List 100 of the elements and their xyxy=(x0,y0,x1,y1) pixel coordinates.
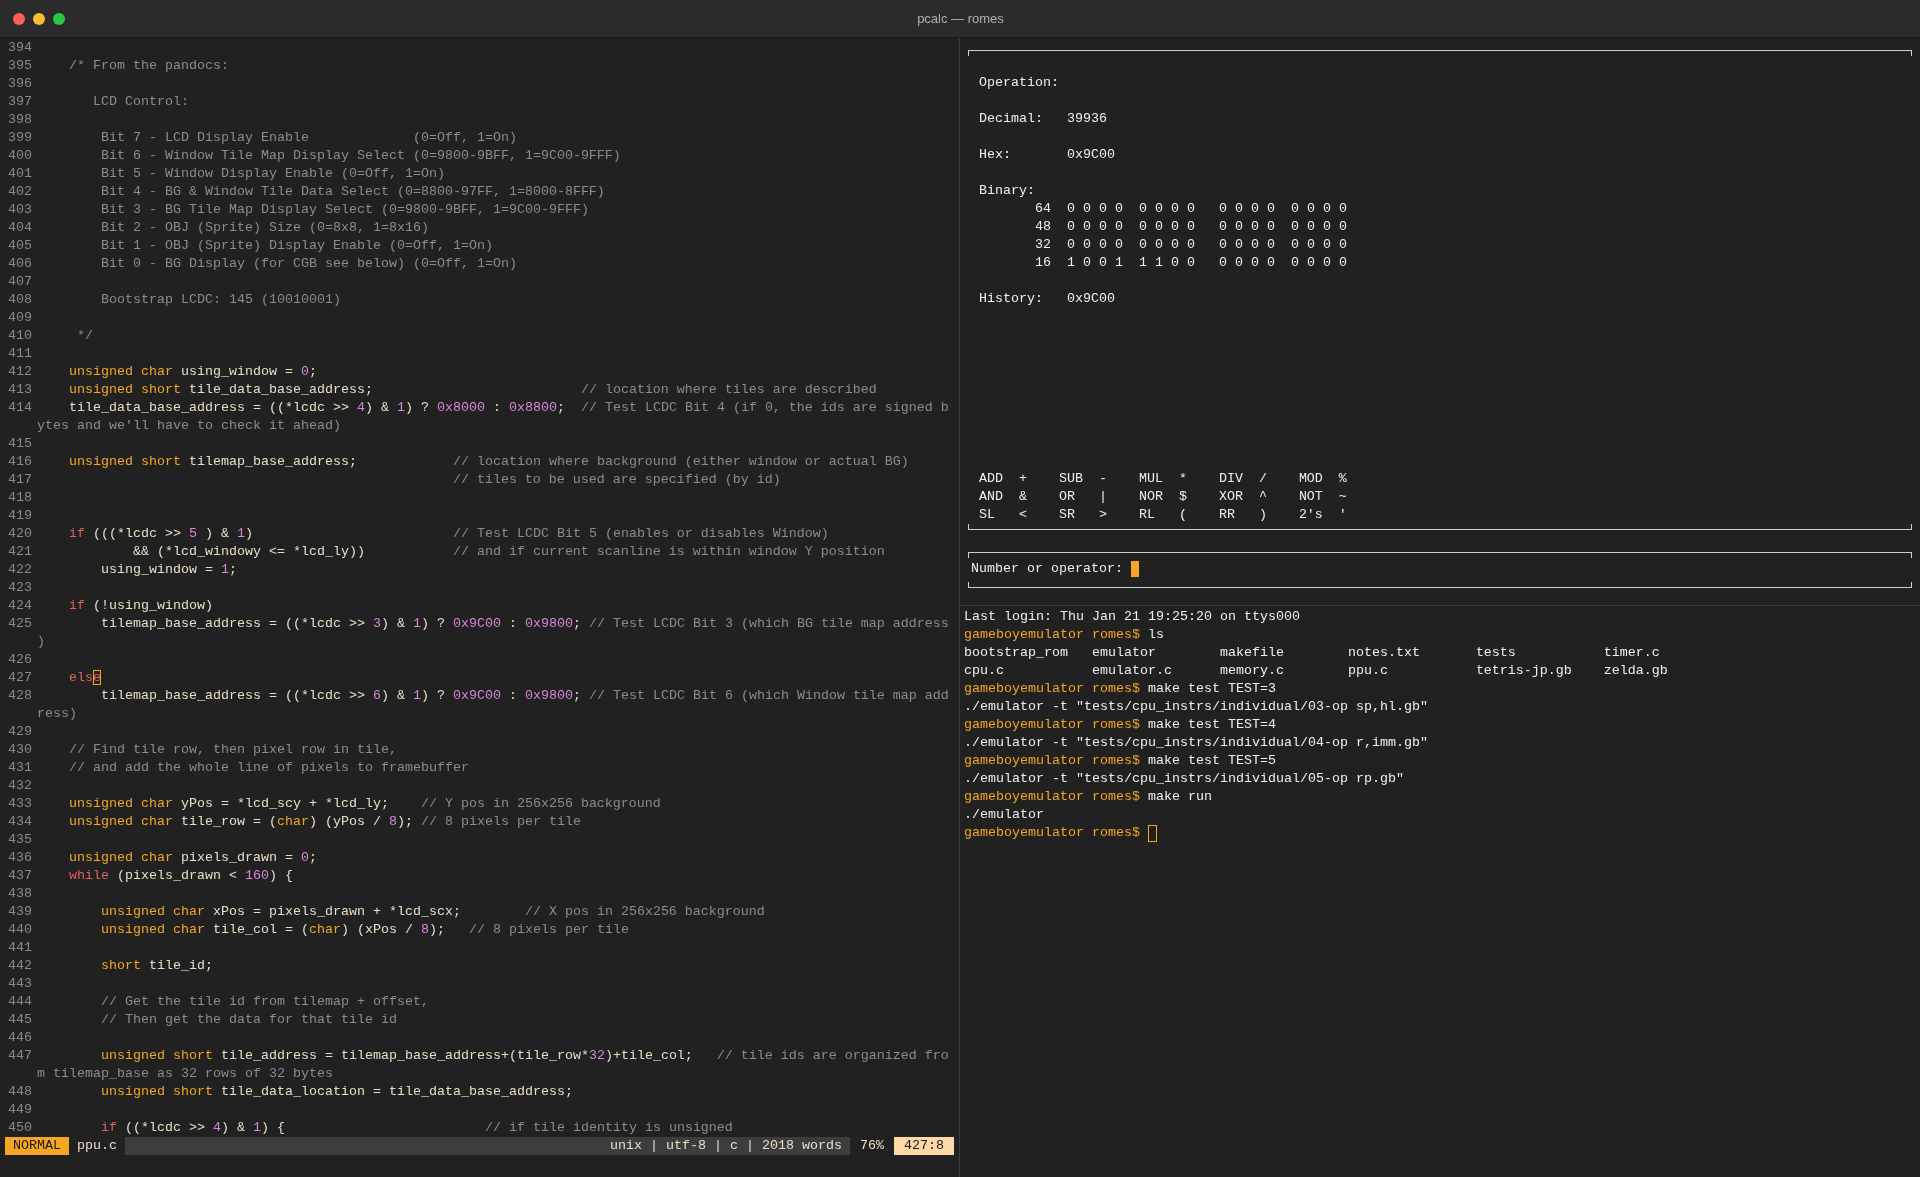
minimize-button[interactable] xyxy=(33,12,45,25)
code-line: tilemap_base_address = ((*lcdc >> 6) & 1) ? 0x9C00 : 0x9800; // Test LCDC Bit 6 (which Window tile map add xyxy=(101,687,949,705)
close-button[interactable] xyxy=(13,12,25,25)
code-line: unsigned short tile_data_base_address; // location where tiles are described xyxy=(69,381,877,399)
field-value: 0x9C00 xyxy=(1066,146,1115,164)
file-name: ppu.c xyxy=(76,1137,118,1155)
line-number: 394 xyxy=(8,40,32,55)
operator-name: 2's xyxy=(1298,507,1323,522)
line-number: 403 xyxy=(8,202,32,217)
code-line: unsigned short tilemap_base_address; // location where background (either window or actual BG) xyxy=(69,453,909,471)
line-number: 432 xyxy=(8,778,32,793)
line-number: 431 xyxy=(8,760,32,775)
line-number: 401 xyxy=(8,166,32,181)
code-line: else xyxy=(69,669,101,687)
operator-name: DIV xyxy=(1218,471,1243,486)
history-value: 0x9C00 xyxy=(1066,290,1115,308)
line-number: 429 xyxy=(8,724,32,739)
line-number: 398 xyxy=(8,112,32,127)
line-number: 421 xyxy=(8,544,32,559)
operator-name: RR xyxy=(1218,507,1235,522)
zoom-button[interactable] xyxy=(53,12,65,25)
line-number: 448 xyxy=(8,1084,32,1099)
bit-row-label: 48 xyxy=(1034,218,1051,236)
operator-name: OR xyxy=(1058,489,1075,504)
operator-name: NOT xyxy=(1298,489,1323,504)
line-number: 428 xyxy=(8,688,32,703)
code-line: Bit 4 - BG & Window Tile Data Select (0=8800-97FF, 1=8000-8FFF) xyxy=(101,183,605,201)
line-number: 399 xyxy=(8,130,32,145)
file-name: memory.c xyxy=(1219,663,1284,678)
shell-command: make test TEST=4 xyxy=(1147,716,1276,734)
line-number: 408 xyxy=(8,292,32,307)
operator-symbol: | xyxy=(1098,488,1107,506)
line-number: 437 xyxy=(8,868,32,883)
code-line: unsigned char yPos = *lcd_scy + *lcd_ly; // Y pos in 256x256 background xyxy=(69,795,661,813)
shell-prompt: gameboyemulator romes$ xyxy=(964,680,1140,698)
line-number: 441 xyxy=(8,940,32,955)
operator-symbol: * xyxy=(1178,470,1187,488)
line-number: 444 xyxy=(8,994,32,1009)
line-number: 411 xyxy=(8,346,32,361)
operator-symbol: & xyxy=(1019,488,1027,506)
cursor-position: 427:8 xyxy=(894,1137,954,1155)
code-line: // Then get the data for that tile id xyxy=(101,1011,397,1029)
code-line: if ((*lcdc >> 4) & 1) { // if tile identity is unsigned xyxy=(101,1119,733,1137)
operator-symbol: ^ xyxy=(1258,488,1267,506)
code-line: ) xyxy=(37,633,45,651)
shell-prompt: gameboyemulator romes$ xyxy=(964,716,1140,734)
code-line: Bit 0 - BG Display (for CGB see below) (0=Off, 1=On) xyxy=(101,255,517,273)
text-cursor xyxy=(1130,561,1139,577)
file-info: unix | utf-8 | c | 2018 words xyxy=(610,1137,842,1155)
line-number: 413 xyxy=(8,382,32,397)
shell-command: make test TEST=3 xyxy=(1147,680,1276,698)
operator-symbol: + xyxy=(1019,470,1027,488)
line-number: 396 xyxy=(8,76,32,91)
terminal-output: ./emulator xyxy=(964,806,1044,824)
scroll-percent: 76% xyxy=(859,1137,885,1155)
bit-row-label: 16 xyxy=(1034,254,1051,272)
line-number: 415 xyxy=(8,436,32,451)
field-label: Operation: xyxy=(979,75,1059,90)
line-number: 406 xyxy=(8,256,32,271)
line-number: 435 xyxy=(8,832,32,847)
line-number: 409 xyxy=(8,310,32,325)
operator-symbol: ( xyxy=(1178,506,1187,524)
terminal-output: Last login: Thu Jan 21 19:25:20 on ttys000 xyxy=(964,608,1300,626)
line-number: 442 xyxy=(8,958,32,973)
line-number: 424 xyxy=(8,598,32,613)
file-name: tests xyxy=(1475,645,1516,660)
line-number: 425 xyxy=(8,616,32,631)
code-line: // Get the tile id from tilemap + offset, xyxy=(101,993,429,1011)
line-number: 397 xyxy=(8,94,32,109)
operator-symbol: > xyxy=(1098,506,1107,524)
code-line: Bit 6 - Window Tile Map Display Select (0=9800-9BFF, 1=9C00-9FFF) xyxy=(101,147,621,165)
file-name: cpu.c xyxy=(964,663,1004,678)
code-line: m tilemap_base as 32 rows of 32 bytes xyxy=(37,1065,333,1083)
operator-name: SR xyxy=(1058,507,1075,522)
line-number: 410 xyxy=(8,328,32,343)
file-name: makefile xyxy=(1219,645,1284,660)
code-line: // Find tile row, then pixel row in tile, xyxy=(69,741,397,759)
file-name: emulator.c xyxy=(1091,663,1172,678)
binary-digits: 0 0 0 0 0 0 0 0 0 0 0 0 0 0 0 0 xyxy=(1066,236,1347,254)
operator-name: SL xyxy=(979,507,995,522)
operator-symbol: ) xyxy=(1258,506,1267,524)
code-line: tilemap_base_address = ((*lcdc >> 3) & 1) ? 0x9C00 : 0x9800; // Test LCDC Bit 3 (which BG tile map address xyxy=(101,615,949,633)
code-line: && (*lcd_windowy <= *lcd_ly)) // and if current scanline is within window Y position xyxy=(132,543,885,561)
file-name: emulator xyxy=(1091,645,1156,660)
line-number: 426 xyxy=(8,652,32,667)
code-line: Bit 3 - BG Tile Map Display Select (0=9800-9BFF, 1=9C00-9FFF) xyxy=(101,201,589,219)
file-name: bootstrap_rom xyxy=(964,645,1068,660)
line-number: 422 xyxy=(8,562,32,577)
operator-name: AND xyxy=(979,489,1003,504)
line-number: 400 xyxy=(8,148,32,163)
field-label: History: xyxy=(979,291,1043,306)
bit-row-label: 32 xyxy=(1034,236,1051,254)
line-number: 419 xyxy=(8,508,32,523)
operator-name: MUL xyxy=(1138,471,1163,486)
code-line: ytes and we'll have to check it ahead) xyxy=(37,417,341,435)
binary-digits: 0 0 0 0 0 0 0 0 0 0 0 0 0 0 0 0 xyxy=(1066,200,1347,218)
line-number: 412 xyxy=(8,364,32,379)
shell-command: make run xyxy=(1147,788,1212,806)
operator-name: RL xyxy=(1138,507,1155,522)
line-number: 446 xyxy=(8,1030,32,1045)
